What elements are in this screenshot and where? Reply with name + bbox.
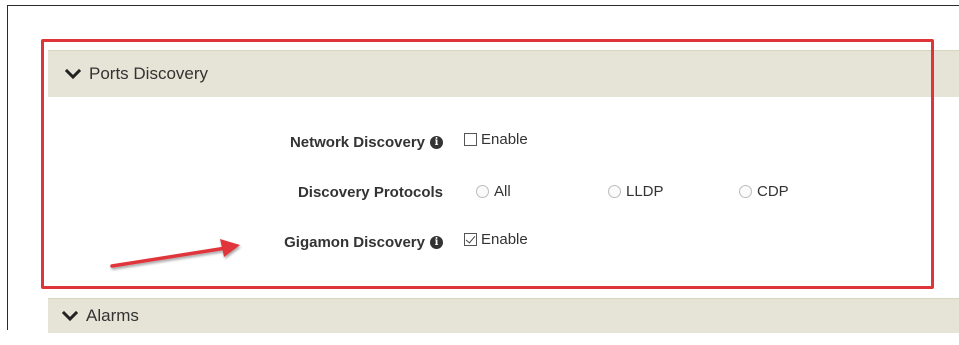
ports-discovery-header[interactable]: Ports Discovery: [48, 50, 959, 97]
radio-label: All: [494, 183, 511, 200]
info-icon[interactable]: i: [430, 136, 443, 149]
gigamon-discovery-checkbox[interactable]: [464, 233, 477, 246]
info-icon[interactable]: i: [430, 236, 443, 249]
protocol-option-lldp[interactable]: LLDP: [608, 183, 664, 200]
annotation-arrow-icon: [110, 239, 240, 268]
network-discovery-row: Network Discovery i Enable: [48, 131, 959, 155]
protocol-option-cdp[interactable]: CDP: [739, 183, 789, 200]
radio-button[interactable]: [608, 185, 621, 198]
protocol-option-all[interactable]: All: [476, 183, 511, 200]
radio-button[interactable]: [739, 185, 752, 198]
discovery-protocols-row: Discovery Protocols All LLDP CDP: [48, 181, 959, 205]
radio-button[interactable]: [476, 185, 489, 198]
network-discovery-enable[interactable]: Enable: [464, 131, 528, 148]
window-border-left: [7, 5, 8, 330]
gigamon-discovery-label: Gigamon Discovery i: [284, 234, 443, 251]
radio-label: CDP: [757, 183, 789, 200]
chevron-down-icon: [65, 68, 81, 80]
chevron-down-icon: [62, 310, 78, 322]
window-border-top: [7, 5, 959, 6]
gigamon-discovery-enable[interactable]: Enable: [464, 231, 528, 248]
network-discovery-label: Network Discovery i: [290, 134, 443, 151]
section-title: Alarms: [86, 306, 139, 325]
section-title: Ports Discovery: [89, 64, 209, 83]
checkbox-label: Enable: [481, 131, 528, 148]
alarms-header[interactable]: Alarms: [48, 298, 959, 333]
radio-label: LLDP: [626, 183, 664, 200]
discovery-protocols-label: Discovery Protocols: [297, 184, 443, 201]
checkbox-label: Enable: [481, 231, 528, 248]
network-discovery-checkbox[interactable]: [464, 133, 477, 146]
